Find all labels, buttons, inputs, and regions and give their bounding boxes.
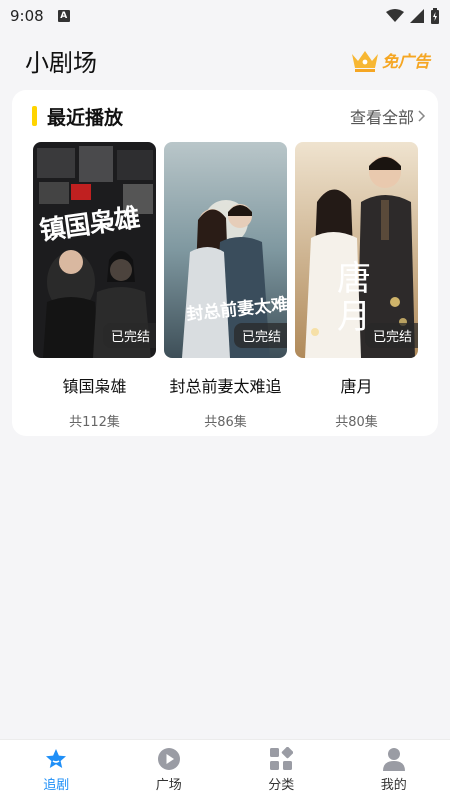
profile-icon: [382, 748, 405, 771]
completed-badge: 已完结: [364, 323, 418, 348]
signal-icon: [410, 9, 424, 23]
recent-playback-card: 最近播放 查看全部 镇国枭雄 已完结 镇国枭雄 共112集 封总前妻太难追 已完…: [12, 90, 438, 436]
tab-profile[interactable]: 我的: [338, 740, 450, 800]
tab-category[interactable]: 分类: [225, 740, 338, 800]
battery-icon: [431, 8, 439, 24]
drama-poster[interactable]: 封总前妻太难追 已完结: [164, 142, 287, 358]
section-header: 最近播放 查看全部: [12, 102, 438, 130]
category-icon: [270, 747, 294, 770]
section-title: 最近播放: [47, 106, 124, 129]
star-icon: [46, 749, 67, 768]
drama-title: 唐月: [340, 377, 373, 396]
accent-bar: [32, 106, 37, 126]
status-time: 9:08: [10, 7, 44, 25]
tab-label: 我的: [380, 778, 407, 793]
ad-free-label: 免广告: [381, 52, 430, 71]
bottom-tab-bar: 追剧 广场 分类 我的: [0, 739, 450, 800]
tab-plaza[interactable]: 广场: [113, 740, 226, 800]
tab-label: 分类: [268, 778, 295, 793]
ad-free-button[interactable]: 免广告: [350, 48, 430, 72]
chevron-right-icon: [418, 110, 426, 122]
wifi-icon: [386, 9, 404, 22]
drama-card[interactable]: 唐月 已完结 唐月 共80集: [295, 142, 418, 430]
recent-drama-list: 镇国枭雄 已完结 镇国枭雄 共112集 封总前妻太难追 已完结 封总前妻太难追 …: [33, 142, 418, 430]
view-all-label: 查看全部: [349, 108, 414, 127]
completed-badge: 已完结: [102, 323, 156, 348]
drama-card[interactable]: 镇国枭雄 已完结 镇国枭雄 共112集: [33, 142, 156, 430]
drama-poster[interactable]: 唐月 已完结: [295, 142, 418, 358]
status-bar: 9:08 A: [0, 0, 450, 32]
play-icon: [157, 748, 180, 770]
crown-icon: [351, 51, 378, 72]
drama-title: 封总前妻太难追: [169, 377, 282, 396]
episode-count: 共112集: [69, 415, 120, 430]
episode-count: 共86集: [204, 415, 247, 430]
drama-title: 镇国枭雄: [62, 377, 127, 396]
drama-card[interactable]: 封总前妻太难追 已完结 封总前妻太难追 共86集: [164, 142, 287, 430]
page-title: 小剧场: [25, 48, 97, 77]
accessibility-notification-icon: A: [57, 10, 70, 22]
completed-badge: 已完结: [233, 323, 287, 348]
drama-poster[interactable]: 镇国枭雄 已完结: [33, 142, 156, 358]
episode-count: 共80集: [335, 415, 378, 430]
tab-label: 追剧: [43, 778, 70, 793]
app-header: 小剧场 免广告: [0, 32, 450, 88]
view-all-link[interactable]: 查看全部: [350, 104, 426, 128]
tab-label: 广场: [155, 778, 182, 793]
tab-following[interactable]: 追剧: [0, 740, 113, 800]
